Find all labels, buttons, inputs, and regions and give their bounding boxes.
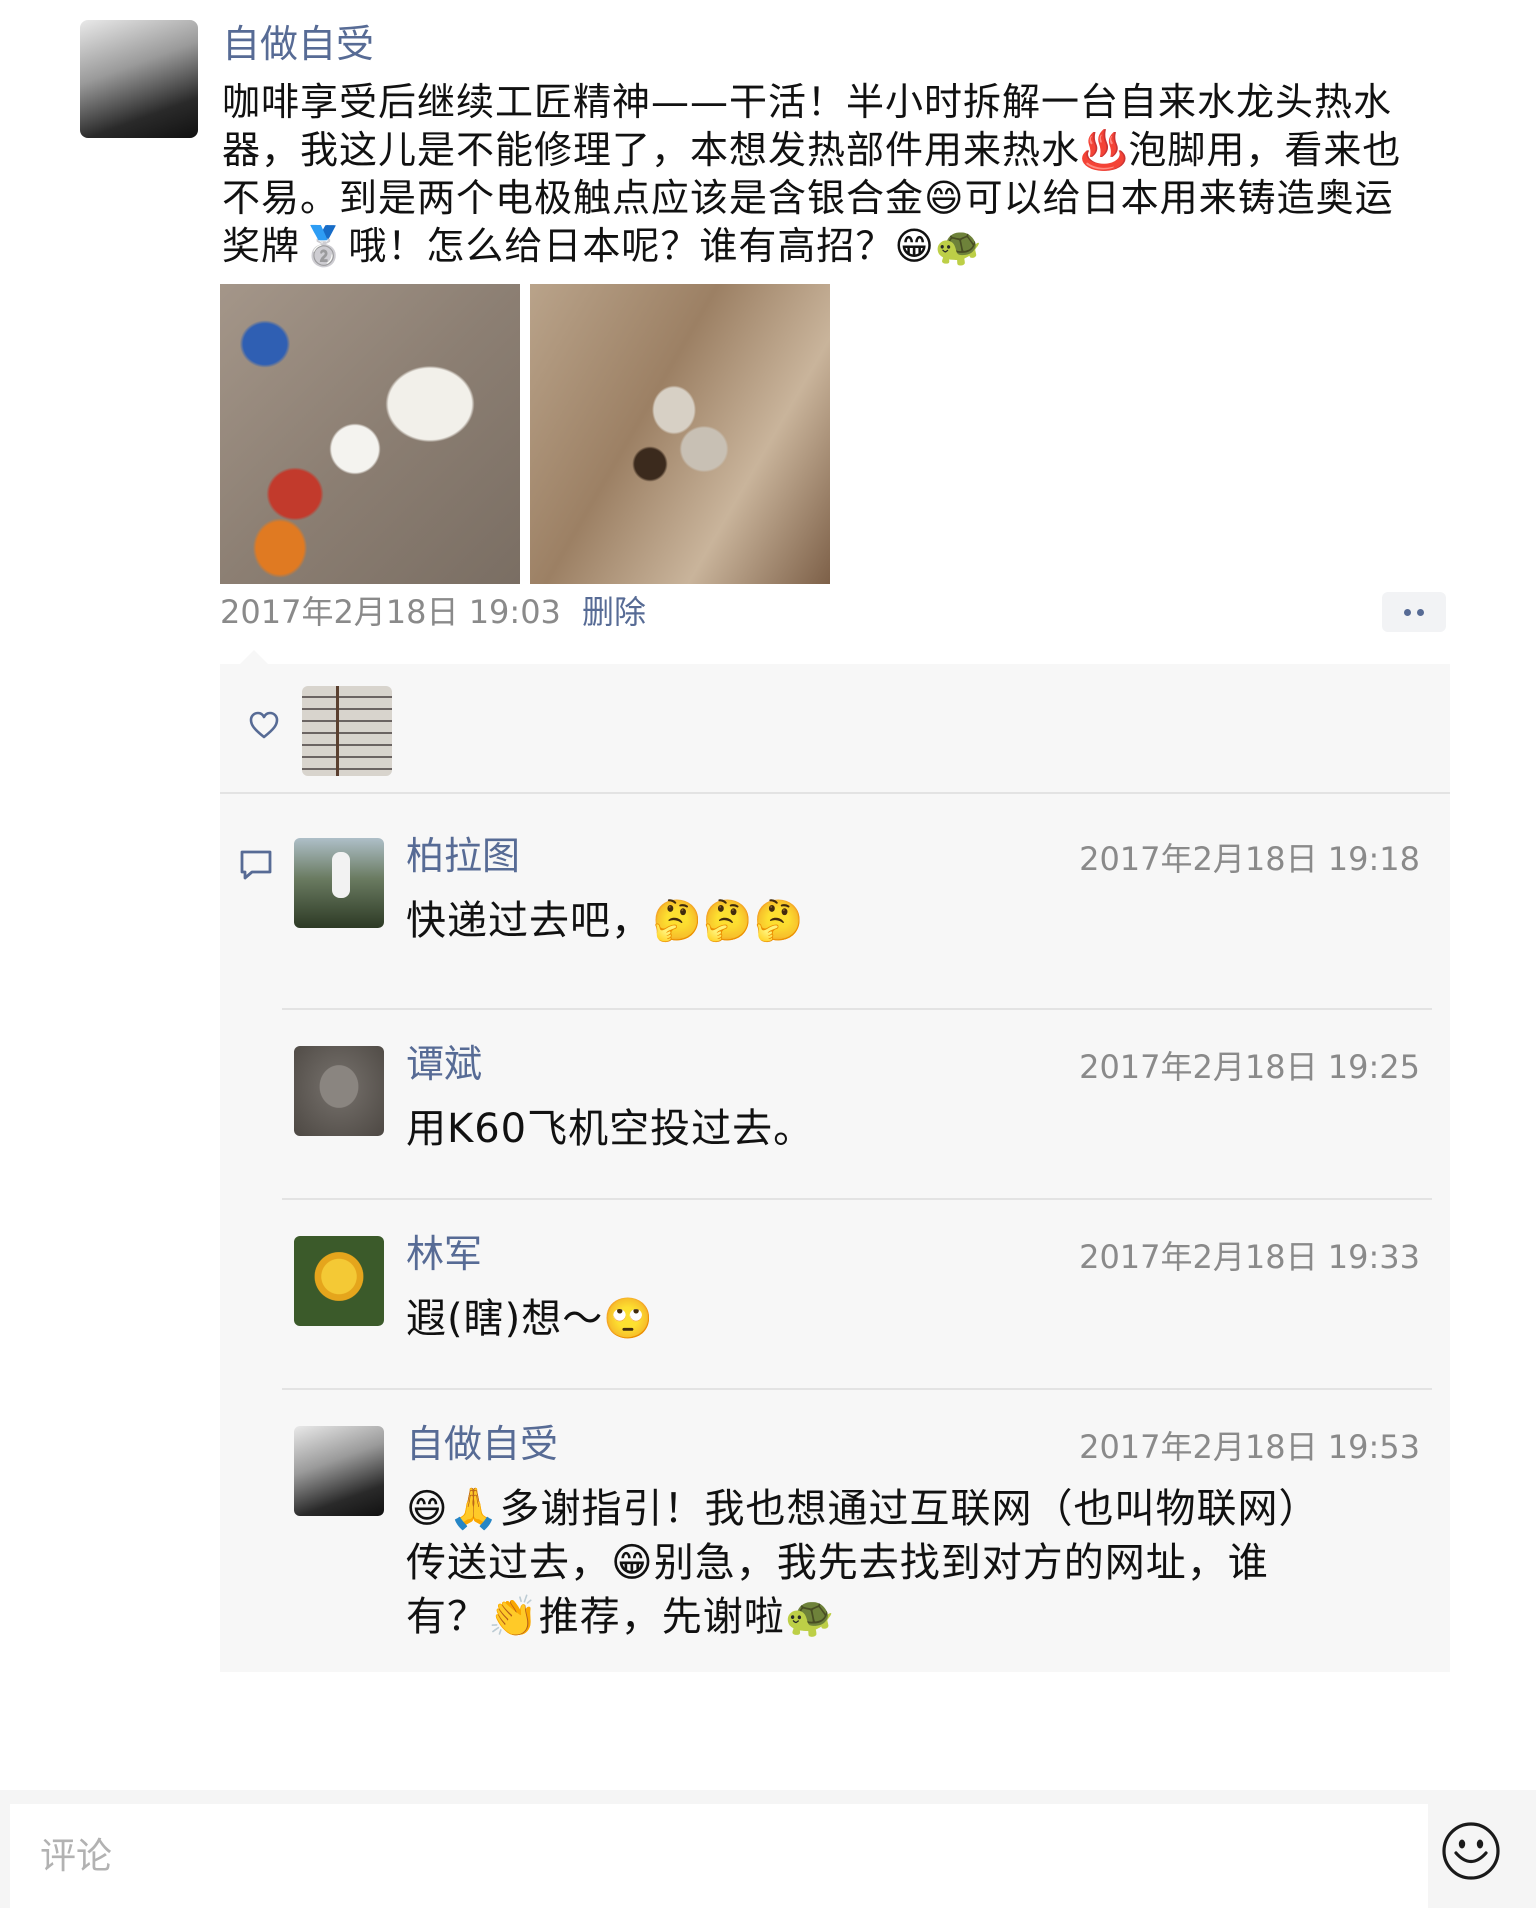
comment-divider <box>282 1388 1432 1390</box>
comment-text-line: 传送过去，😁别急，我先去找到对方的网址，谁 <box>406 1540 1269 1586</box>
post-author-name[interactable]: 自做自受 <box>222 20 374 68</box>
post-text: 咖啡享受后继续工匠精神——干活！半小时拆解一台自来水龙头热水 器，我这儿是不能修… <box>222 78 1462 270</box>
post-text-line: 不易。到是两个电极触点应该是含银合金😄可以给日本用来铸造奥运 <box>222 176 1394 220</box>
comment-text-line: 快递过去吧，🤔🤔🤔 <box>406 898 805 944</box>
comment-bar <box>0 1790 1536 1908</box>
comment-avatar[interactable] <box>294 838 384 928</box>
post-text-line: 咖啡享受后继续工匠精神——干活！半小时拆解一台自来水龙头热水 <box>222 80 1393 124</box>
comment-text[interactable]: 😄🙏多谢指引！我也想通过互联网（也叫物联网） 传送过去，😁别急，我先去找到对方的… <box>406 1482 1406 1644</box>
avatar-watermark <box>132 116 192 130</box>
interaction-panel: 柏拉图 2017年2月18日 19:18 快递过去吧，🤔🤔🤔 谭斌 2017年2… <box>220 664 1450 1672</box>
comment-author[interactable]: 自做自受 <box>406 1420 558 1468</box>
comment-text-line: 有？👏推荐，先谢啦🐢 <box>406 1594 836 1640</box>
comment-divider <box>282 1008 1432 1010</box>
comment-text-line: 用K60飞机空投过去。 <box>406 1106 815 1152</box>
post-timestamp: 2017年2月18日 19:03 <box>220 593 561 631</box>
comment-input[interactable] <box>10 1804 1428 1908</box>
more-actions-button[interactable] <box>1382 592 1446 632</box>
comment-divider <box>282 1198 1432 1200</box>
delete-link[interactable]: 删除 <box>582 590 646 634</box>
likes-divider <box>220 792 1450 794</box>
post-author-avatar[interactable] <box>80 20 198 138</box>
comment-timestamp: 2017年2月18日 19:18 <box>1079 840 1420 878</box>
comment-timestamp: 2017年2月18日 19:33 <box>1079 1238 1420 1276</box>
comment-text-line: 遐(瞎)想～🙄 <box>406 1296 655 1342</box>
post-photo-electrodes[interactable] <box>530 284 830 584</box>
like-avatar[interactable] <box>302 686 392 776</box>
comment-author[interactable]: 谭斌 <box>406 1040 482 1088</box>
more-dots-icon <box>1404 609 1411 616</box>
post-text-line: 器，我这儿是不能修理了，本想发热部件用来热水♨️泡脚用，看来也 <box>222 128 1402 172</box>
comment-avatar[interactable] <box>294 1426 384 1516</box>
comment-text[interactable]: 用K60飞机空投过去。 <box>406 1102 1406 1156</box>
comment-icon <box>240 850 272 880</box>
comment-avatar[interactable] <box>294 1046 384 1136</box>
comment-author[interactable]: 柏拉图 <box>406 832 520 880</box>
comment-timestamp: 2017年2月18日 19:53 <box>1079 1428 1420 1466</box>
comment-text-line: 😄🙏多谢指引！我也想通过互联网（也叫物联网） <box>406 1486 1320 1532</box>
heart-icon <box>249 711 279 739</box>
more-dots-icon <box>1417 609 1424 616</box>
comment-author[interactable]: 林军 <box>406 1230 482 1278</box>
comment-text[interactable]: 遐(瞎)想～🙄 <box>406 1292 1406 1346</box>
post-text-line: 奖牌🥈哦！怎么给日本呢？谁有高招？😁🐢 <box>222 224 984 268</box>
post-photo-tools[interactable] <box>220 284 520 584</box>
comment-timestamp: 2017年2月18日 19:25 <box>1079 1048 1420 1086</box>
comment-text[interactable]: 快递过去吧，🤔🤔🤔 <box>406 894 1406 948</box>
comment-avatar[interactable] <box>294 1236 384 1326</box>
panel-caret <box>240 650 268 664</box>
emoji-face-icon[interactable] <box>1440 1820 1502 1882</box>
